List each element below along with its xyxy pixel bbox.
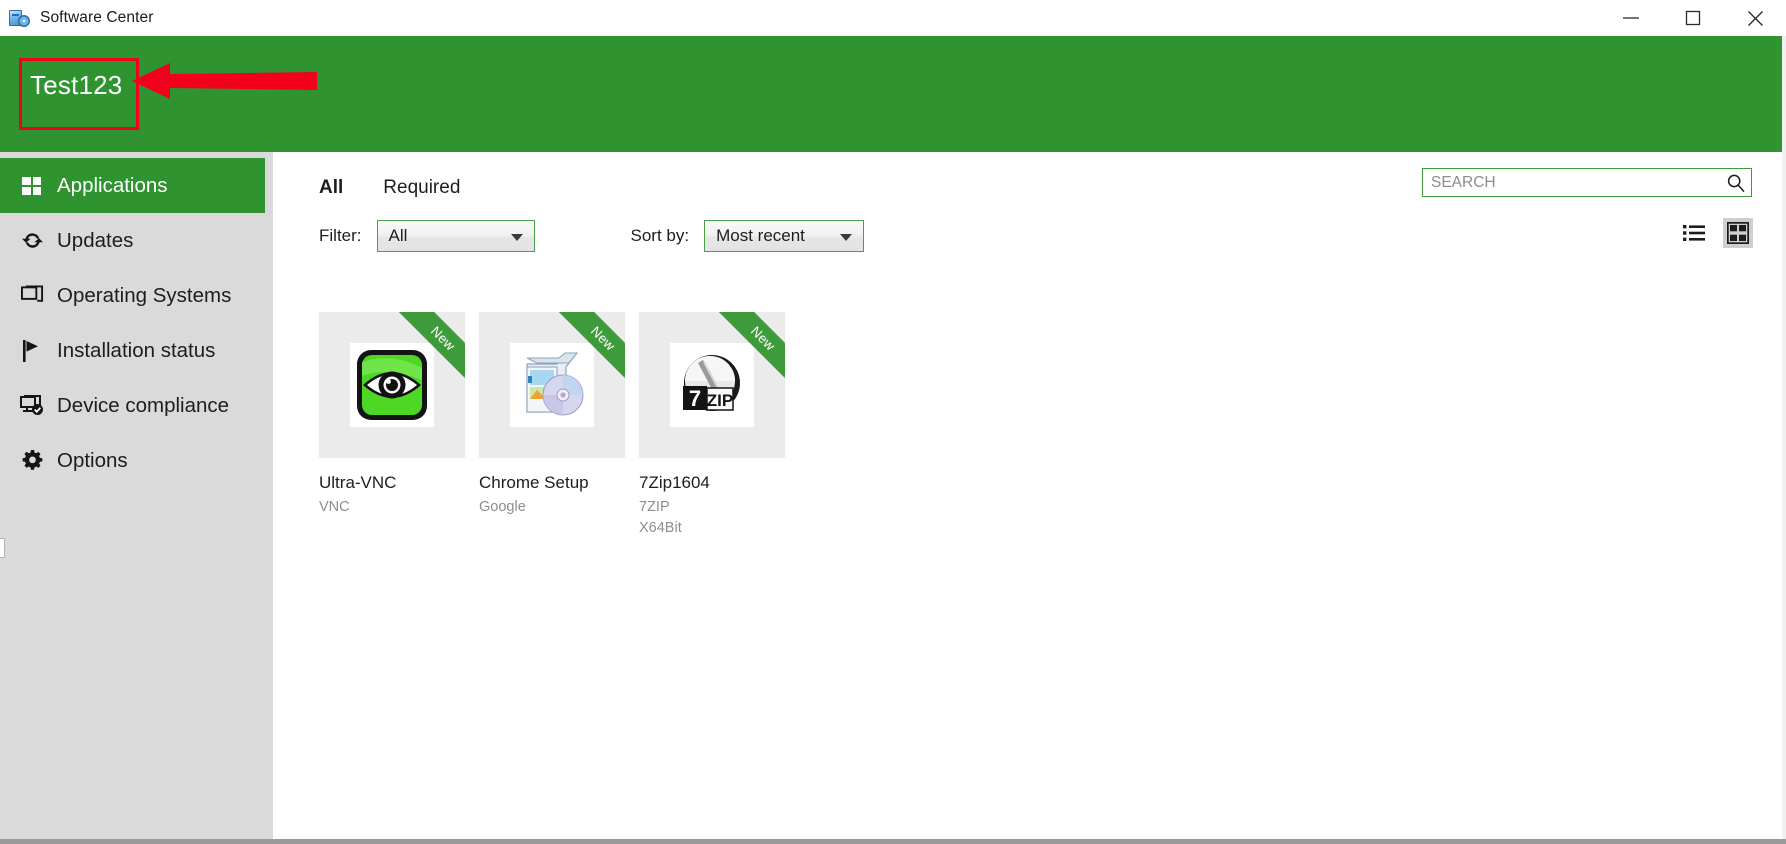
search-input[interactable] xyxy=(1423,173,1721,192)
app-publisher-line: VNC xyxy=(319,499,350,516)
sidebar-item-operating-systems[interactable]: Operating Systems xyxy=(0,268,273,323)
search-box[interactable] xyxy=(1422,168,1752,197)
applications-icon xyxy=(19,174,45,198)
app-tile-image[interactable]: New xyxy=(319,312,465,458)
app-tile[interactable]: 7 ZIP New 7Zip1604 7ZIP X64Bit xyxy=(639,312,785,539)
device-compliance-icon xyxy=(19,394,45,418)
app-publisher: 7ZIP X64Bit xyxy=(639,497,785,539)
svg-text:ZIP: ZIP xyxy=(707,391,733,410)
minimize-button[interactable] xyxy=(1600,0,1662,36)
application-tiles: New Ultra-VNC VNC New Chrome Setup Googl… xyxy=(319,312,785,539)
ultravnc-eye-icon xyxy=(350,343,434,427)
tab-required[interactable]: Required xyxy=(383,177,460,199)
edge-artifact xyxy=(0,538,5,558)
tab-all[interactable]: All xyxy=(319,177,343,199)
app-name: Ultra-VNC xyxy=(319,473,397,492)
sidebar-item-label: Applications xyxy=(57,173,168,197)
app-name: Chrome Setup xyxy=(479,473,589,492)
app-publisher-line: 7ZIP xyxy=(639,499,670,516)
app-tile-image[interactable]: New xyxy=(479,312,625,458)
brand-title: Test123 xyxy=(30,70,123,100)
app-publisher: Google xyxy=(479,497,625,518)
filter-select[interactable]: All xyxy=(376,220,535,252)
svg-text:7: 7 xyxy=(689,386,701,411)
right-edge-strip xyxy=(1782,36,1786,840)
maximize-button[interactable] xyxy=(1662,0,1724,36)
installer-package-icon xyxy=(510,343,594,427)
app-name: 7Zip1604 xyxy=(639,473,710,492)
window-bottom-border xyxy=(0,839,1786,844)
sidebar-item-options[interactable]: Options xyxy=(0,433,273,488)
sevenzip-icon: 7 ZIP xyxy=(670,343,754,427)
sort-select[interactable]: Most recent xyxy=(704,220,865,252)
sidebar-item-label: Device compliance xyxy=(57,393,230,417)
title-bar: Software Center xyxy=(0,0,1786,36)
filter-label: Filter: xyxy=(319,226,362,245)
app-publisher: VNC xyxy=(319,497,465,518)
app-publisher-line: Google xyxy=(479,499,526,516)
grid-view-icon[interactable] xyxy=(1723,218,1753,248)
updates-refresh-icon xyxy=(19,229,45,253)
brand-header: Test123 xyxy=(0,36,1786,152)
window-controls xyxy=(1600,0,1786,36)
gear-icon xyxy=(19,449,45,473)
app-tile[interactable]: New Chrome Setup Google xyxy=(479,312,625,539)
chevron-down-icon xyxy=(840,234,853,241)
app-extra-line: X64Bit xyxy=(639,520,682,537)
sidebar: Applications Updates Operating Systems I… xyxy=(0,152,273,840)
sort-value: Most recent xyxy=(716,226,805,245)
window-title: Software Center xyxy=(40,9,154,26)
sidebar-item-label: Updates xyxy=(57,228,134,252)
list-view-icon[interactable] xyxy=(1679,218,1709,248)
operating-systems-icon xyxy=(19,284,45,308)
app-tile[interactable]: New Ultra-VNC VNC xyxy=(319,312,465,539)
software-center-icon xyxy=(9,7,31,29)
search-icon[interactable] xyxy=(1721,173,1751,193)
tab-bar: All Required xyxy=(319,177,460,199)
sidebar-item-label: Operating Systems xyxy=(57,283,232,307)
sidebar-item-device-compliance[interactable]: Device compliance xyxy=(0,378,273,433)
close-button[interactable] xyxy=(1724,0,1786,36)
chevron-down-icon xyxy=(510,234,523,241)
sidebar-item-applications[interactable]: Applications xyxy=(0,158,265,213)
app-tile-image[interactable]: 7 ZIP New xyxy=(639,312,785,458)
sidebar-item-label: Installation status xyxy=(57,338,216,362)
flag-icon xyxy=(19,339,45,363)
sidebar-item-updates[interactable]: Updates xyxy=(0,213,273,268)
filter-value: All xyxy=(388,226,408,245)
filter-sort-row: Filter: All Sort by: Most recent xyxy=(319,220,865,252)
sort-label: Sort by: xyxy=(630,226,690,245)
sidebar-item-label: Options xyxy=(57,448,128,472)
content-area: All Required Filter: All Sort by: Most r… xyxy=(273,152,1786,840)
software-center-window: Software Center Test123 Applications Upd… xyxy=(0,0,1786,844)
sidebar-item-installation-status[interactable]: Installation status xyxy=(0,323,273,378)
view-mode-toggles xyxy=(1679,218,1753,248)
